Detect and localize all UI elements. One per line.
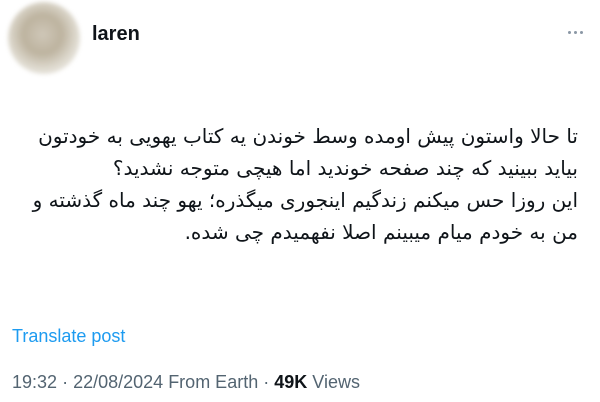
post-source: From Earth <box>168 372 259 392</box>
post-card: laren تا حالا واستون پیش اومده وسط خوندن… <box>0 0 600 402</box>
username[interactable]: laren <box>92 22 140 46</box>
more-options-icon[interactable] <box>562 24 588 40</box>
post-meta: 19:32 · 22/08/2024 From Earth · 49K View… <box>12 372 360 393</box>
avatar[interactable] <box>8 2 80 74</box>
post-text-paragraph-2: این روزا حس میکنم زندگیم اینجوری میگذره؛… <box>32 188 578 244</box>
meta-separator: · <box>62 372 69 392</box>
translate-post-link[interactable]: Translate post <box>12 326 125 347</box>
post-date[interactable]: 22/08/2024 <box>73 372 163 392</box>
views-count: 49K <box>274 372 308 392</box>
views-label: Views <box>312 372 360 392</box>
post-text: تا حالا واستون پیش اومده وسط خوندن یه کت… <box>8 120 578 248</box>
post-time[interactable]: 19:32 <box>12 372 57 392</box>
meta-separator: · <box>263 372 270 392</box>
post-text-paragraph-1: تا حالا واستون پیش اومده وسط خوندن یه کت… <box>38 124 578 180</box>
